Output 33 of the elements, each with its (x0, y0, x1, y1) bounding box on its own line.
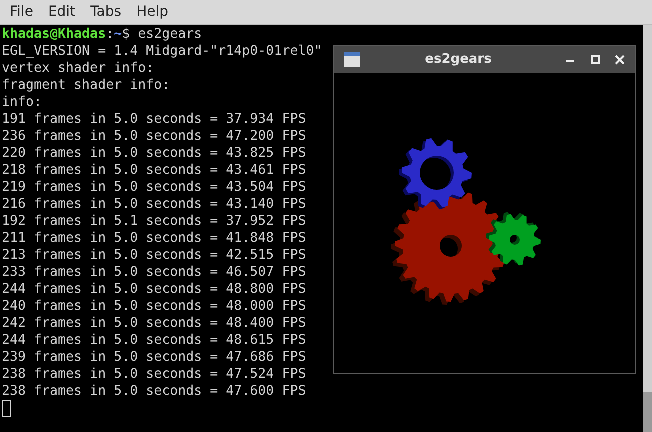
output-line: EGL_VERSION = 1.4 Midgard-"r14p0-01rel0" (2, 43, 322, 60)
output-line: 238 frames in 5.0 seconds = 47.600 FPS (2, 383, 306, 400)
scrollbar[interactable] (643, 25, 652, 432)
text-cursor (2, 400, 11, 417)
menu-item[interactable]: Help (130, 2, 176, 22)
output-line: fragment shader info: (2, 77, 170, 94)
output-line: 191 frames in 5.0 seconds = 37.934 FPS (2, 111, 306, 128)
output-line: 242 frames in 5.0 seconds = 48.400 FPS (2, 315, 306, 332)
menu-item[interactable]: File (3, 2, 40, 22)
output-line: 192 frames in 5.1 seconds = 37.952 FPS (2, 213, 306, 230)
output-line: 236 frames in 5.0 seconds = 47.200 FPS (2, 128, 306, 145)
output-line: 211 frames in 5.0 seconds = 41.848 FPS (2, 230, 306, 247)
output-line: 240 frames in 5.0 seconds = 48.000 FPS (2, 298, 306, 315)
output-line: 219 frames in 5.0 seconds = 43.504 FPS (2, 179, 306, 196)
output-line: 233 frames in 5.0 seconds = 46.507 FPS (2, 264, 306, 281)
close-icon[interactable] (615, 54, 625, 64)
scrollbar-thumb[interactable] (643, 392, 652, 432)
maximize-icon[interactable] (591, 54, 601, 64)
window-title: es2gears (424, 50, 493, 69)
app-icon (344, 52, 360, 67)
output-line: vertex shader info: (2, 60, 154, 77)
prompt-line: khadas@Khadas:~$ es2gears (2, 26, 202, 43)
output-line: 218 frames in 5.0 seconds = 43.461 FPS (2, 162, 306, 179)
output-line: 239 frames in 5.0 seconds = 47.686 FPS (2, 349, 306, 366)
output-line: 244 frames in 5.0 seconds = 48.800 FPS (2, 281, 306, 298)
output-line: info: (2, 94, 42, 111)
output-line: 216 frames in 5.0 seconds = 43.140 FPS (2, 196, 306, 213)
output-line: 213 frames in 5.0 seconds = 42.515 FPS (2, 247, 306, 264)
output-line: 238 frames in 5.0 seconds = 47.524 FPS (2, 366, 306, 383)
output-line: 220 frames in 5.0 seconds = 43.825 FPS (2, 145, 306, 162)
menu-item[interactable]: Edit (41, 2, 83, 22)
output-line: 244 frames in 5.0 seconds = 48.615 FPS (2, 332, 306, 349)
menu-item[interactable]: Tabs (84, 2, 129, 22)
